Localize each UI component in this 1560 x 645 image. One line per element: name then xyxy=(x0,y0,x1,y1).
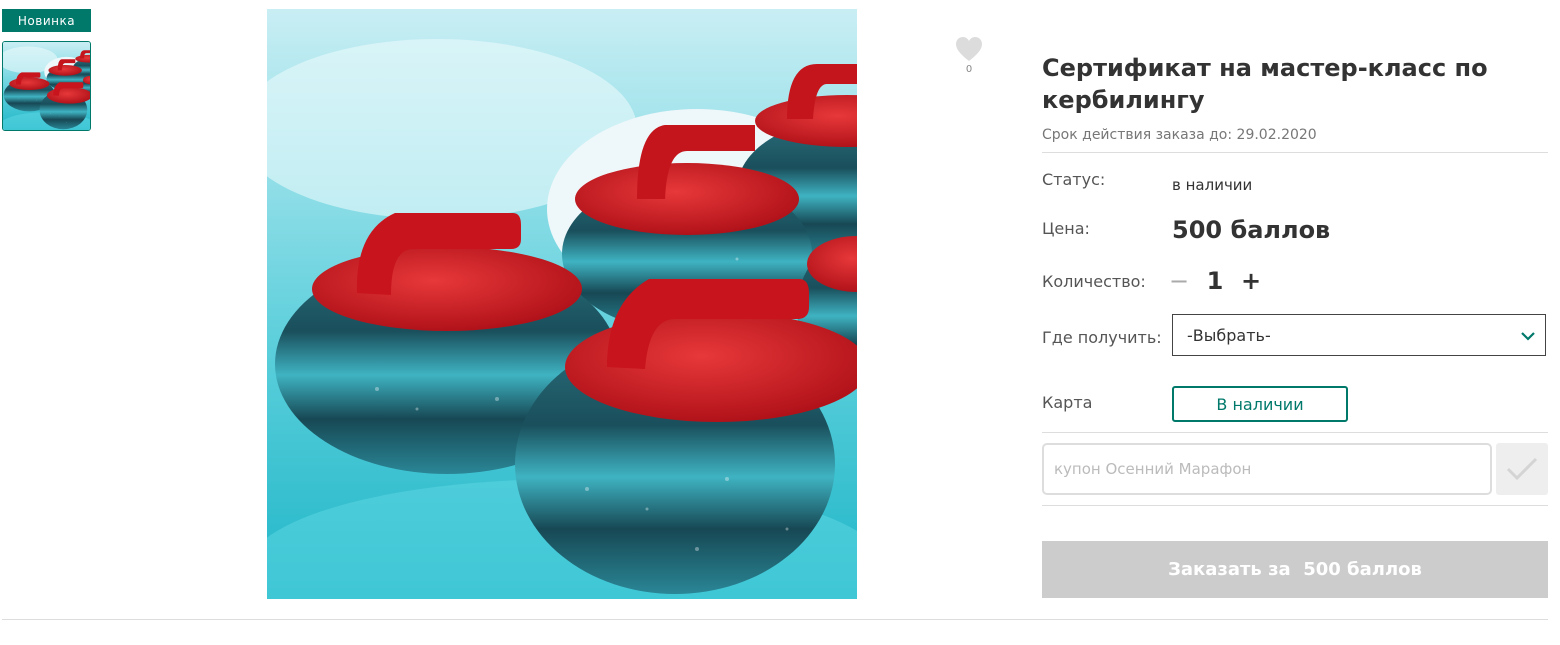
quantity-stepper: − 1 + xyxy=(1165,264,1265,298)
product-main-image[interactable] xyxy=(267,9,857,599)
checkmark-icon xyxy=(1506,457,1538,481)
divider xyxy=(1042,505,1548,506)
coupon-input[interactable] xyxy=(1042,443,1492,495)
quantity-value: 1 xyxy=(1206,267,1224,295)
price-label: Цена: xyxy=(1042,219,1090,238)
status-value: в наличии xyxy=(1172,176,1253,194)
bottom-divider xyxy=(2,619,1548,620)
price-value: 500 баллов xyxy=(1172,216,1331,244)
pickup-select[interactable]: -Выбрать- xyxy=(1172,314,1546,356)
map-availability-button[interactable]: В наличии xyxy=(1172,386,1348,422)
quantity-decrease-button[interactable]: − xyxy=(1165,267,1193,295)
product-thumbnail[interactable] xyxy=(2,41,91,131)
quantity-increase-button[interactable]: + xyxy=(1237,267,1265,295)
new-badge: Новинка xyxy=(2,9,91,32)
heart-icon xyxy=(956,37,982,61)
favorite-button[interactable]: 0 xyxy=(952,36,986,75)
pickup-label: Где получить: xyxy=(1042,328,1162,347)
map-label: Карта xyxy=(1042,393,1093,412)
thumbnail-image xyxy=(3,42,90,130)
divider xyxy=(1042,152,1548,153)
status-label: Статус: xyxy=(1042,170,1106,189)
chevron-down-icon xyxy=(1521,332,1535,341)
apply-coupon-button[interactable] xyxy=(1496,443,1548,495)
favorite-count: 0 xyxy=(965,64,973,75)
product-title: Сертификат на мастер-класс по кербилингу xyxy=(1042,54,1488,114)
quantity-label: Количество: xyxy=(1042,272,1146,291)
order-button[interactable]: Заказать за 500 баллов xyxy=(1042,541,1548,598)
order-validity: Срок действия заказа до: 29.02.2020 xyxy=(1042,127,1317,143)
pickup-selected-value: -Выбрать- xyxy=(1187,325,1271,345)
main-image xyxy=(267,9,857,599)
divider xyxy=(1042,432,1548,433)
